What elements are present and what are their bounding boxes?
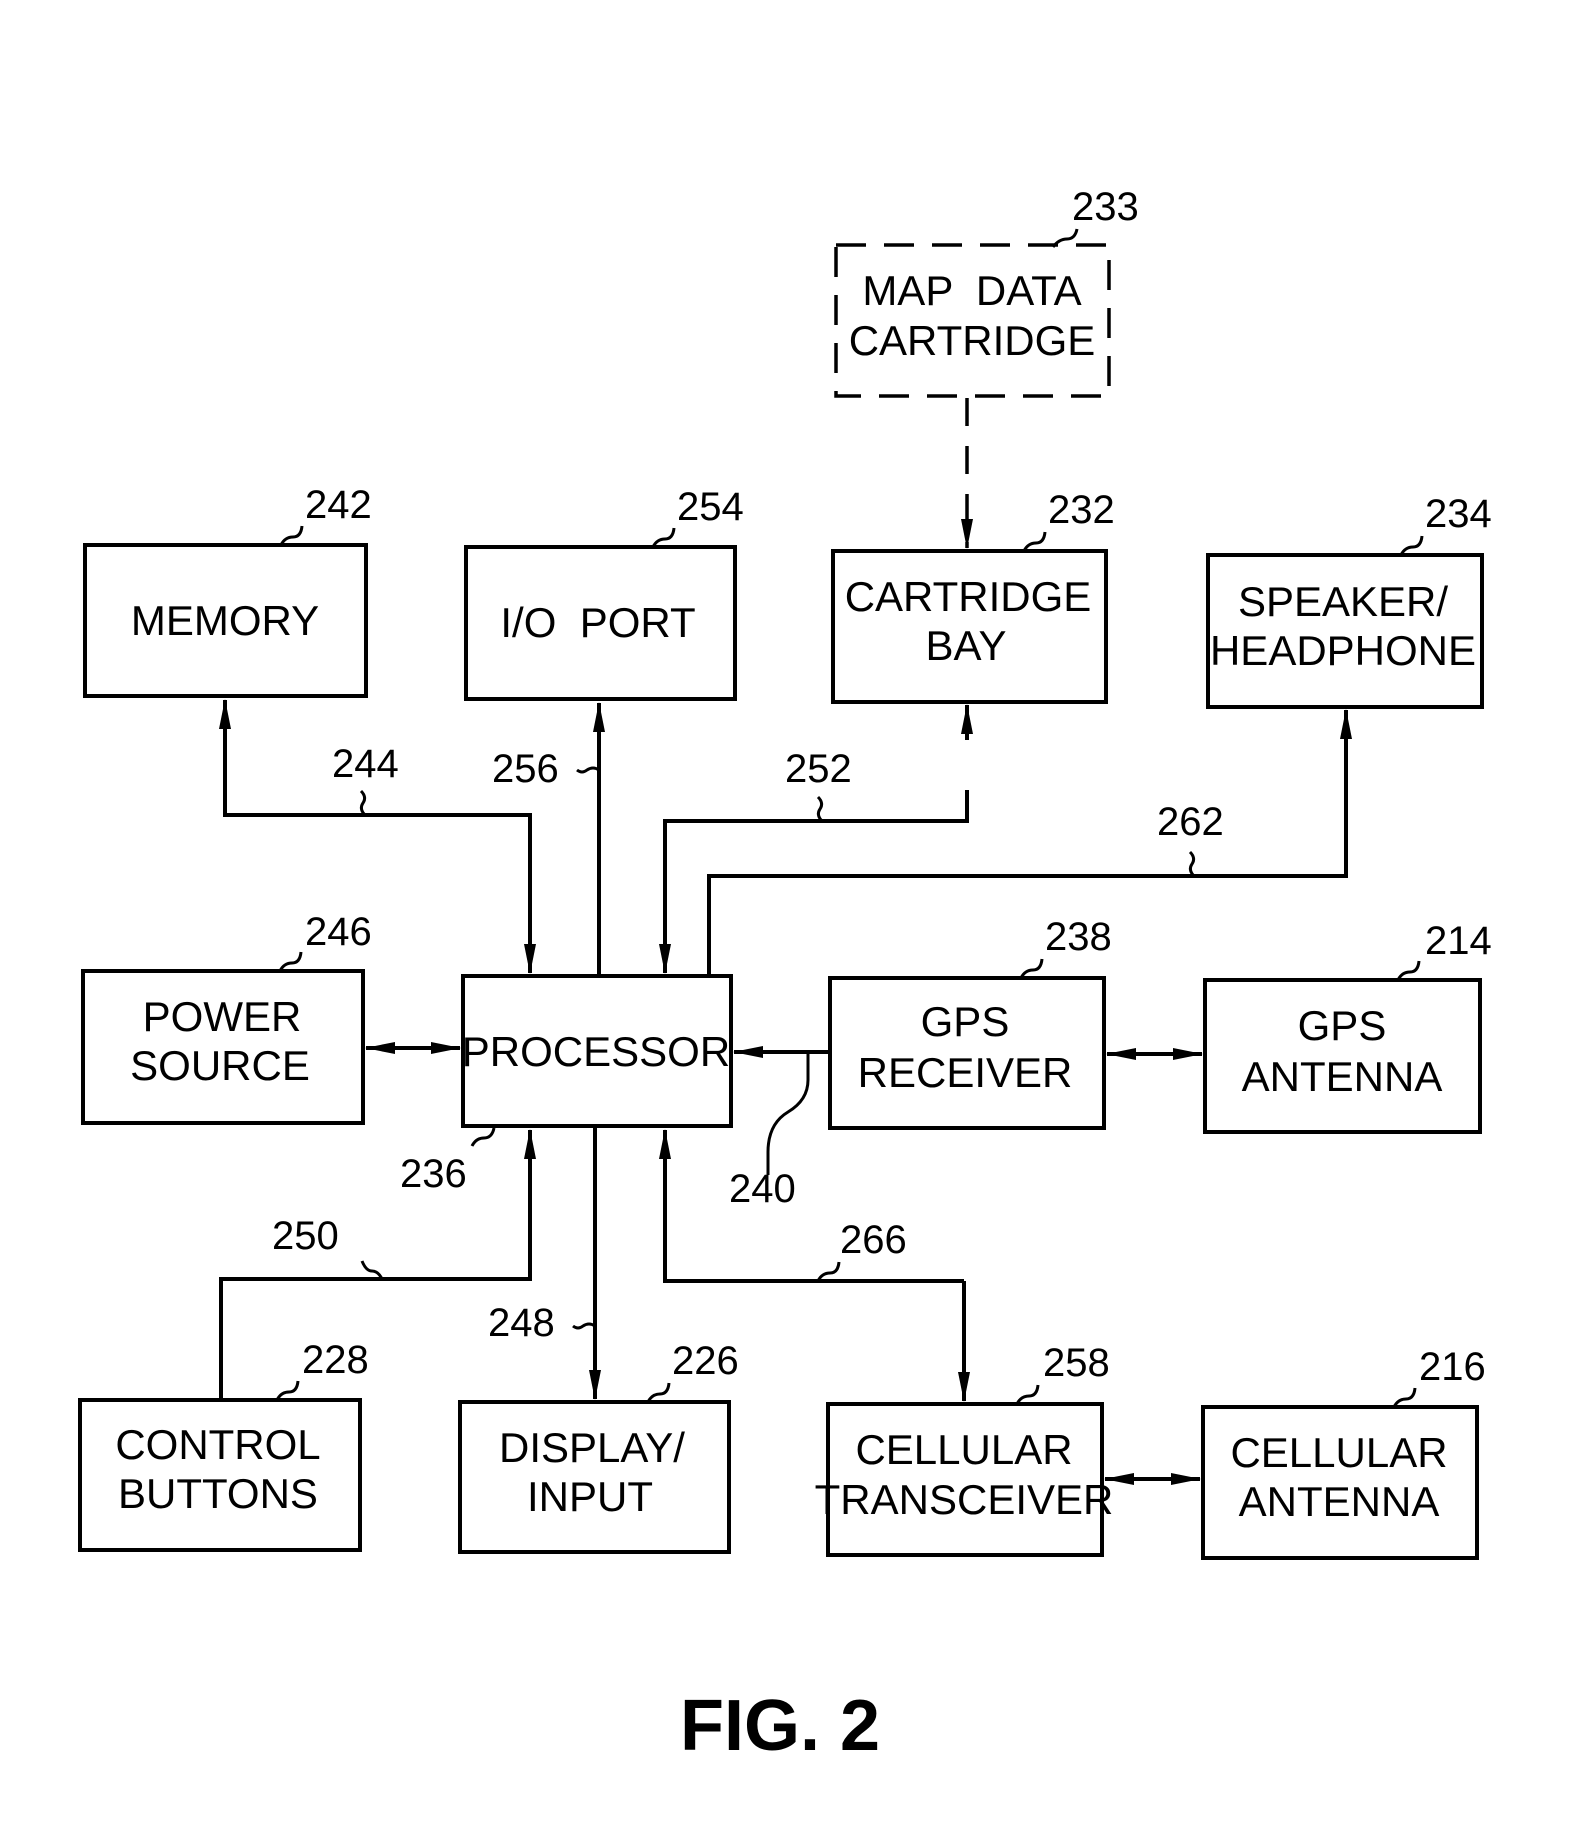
ref-254: 254 [677,485,744,529]
ref-214: 214 [1425,919,1492,963]
leader-236 [470,1127,496,1147]
ref-240: 240 [729,1167,796,1211]
ref-258: 258 [1043,1341,1110,1385]
ref-234: 234 [1425,492,1492,536]
block-power-source: POWER SOURCE [81,969,365,1125]
box-label-line-1: I/O PORT [500,599,695,646]
box-label-line-1: DISPLAY/ [499,1424,685,1471]
ref-266: 266 [840,1218,907,1262]
box-label-line-1: PROCESSOR [462,1028,730,1075]
leader-266 [816,1261,841,1282]
box-label-line-1: CELLULAR [1230,1429,1447,1476]
ref-232: 232 [1048,488,1115,532]
box-label-line-1: CARTRIDGE [845,573,1092,620]
block-cellular-transceiver: CELLULAR TRANSCEIVER [815,1402,1114,1557]
box-label-line-1: GPS [1298,1002,1387,1049]
box-label-line-2: TRANSCEIVER [815,1476,1114,1523]
box-label-line-2: ANTENNA [1242,1053,1443,1100]
block-cellular-antenna: CELLULAR ANTENNA [1201,1405,1479,1560]
leader-238 [1019,958,1044,979]
ref-226: 226 [672,1339,739,1383]
leader-214 [1396,960,1421,981]
ref-242: 242 [305,483,372,527]
ref-252: 252 [785,747,852,791]
leader-248 [572,1322,596,1330]
leader-232 [1022,531,1047,552]
box-label-line-2: BUTTONS [118,1470,318,1517]
box-label-line-2: HEADPHONE [1210,627,1476,674]
box-label-line-2: SOURCE [130,1042,310,1089]
leader-262 [1188,850,1196,878]
box-label-line-1: GPS [921,998,1010,1045]
box-label-line-1: POWER [143,993,302,1040]
block-memory: MEMORY [83,543,368,698]
ref-228: 228 [302,1338,369,1382]
box-label-line-1: CONTROL [115,1421,320,1468]
block-gps-receiver: GPS RECEIVER [828,976,1106,1130]
ref-256: 256 [492,747,559,791]
box-label-line-1: SPEAKER/ [1238,578,1448,625]
block-speaker-headphone: SPEAKER/ HEADPHONE [1206,553,1484,709]
leader-240 [766,1052,810,1175]
leader-252 [816,795,824,823]
ref-248: 248 [488,1301,555,1345]
block-diagram: MAP DATA CARTRIDGE MEMORY I/O PORT CARTR… [78,185,1492,1766]
box-label-line-1: MAP DATA [862,267,1081,314]
box-label-line-2: ANTENNA [1239,1478,1440,1525]
leader-233 [1051,228,1079,248]
ref-233: 233 [1072,185,1139,229]
block-io-port: I/O PORT [464,545,737,701]
figure-caption: FIG. 2 [680,1686,880,1766]
leader-226 [646,1382,671,1403]
block-gps-antenna: GPS ANTENNA [1203,978,1482,1134]
wire-244-memory [219,699,532,972]
leader-216 [1392,1387,1417,1408]
box-label-line-2: BAY [926,622,1007,669]
box-label-line-2: RECEIVER [858,1049,1073,1096]
leader-242 [279,525,304,546]
leader-228 [275,1380,300,1401]
leader-246 [278,951,303,972]
ref-246: 246 [305,910,372,954]
wire-250-control [219,1129,536,1400]
block-control-buttons: CONTROL BUTTONS [78,1398,362,1552]
box-label-line-1: CELLULAR [855,1426,1072,1473]
box-label-line-2: CARTRIDGE [849,317,1096,364]
ref-250: 250 [272,1214,339,1258]
ref-236: 236 [400,1152,467,1196]
leader-244 [359,789,367,817]
ref-216: 216 [1419,1345,1486,1389]
block-map-data-cartridge: MAP DATA CARTRIDGE [834,243,1111,398]
leader-250 [360,1260,384,1280]
box-label-line-2: INPUT [527,1473,653,1520]
leader-254 [651,527,676,548]
box-label-line-1: MEMORY [131,597,319,644]
leader-258 [1015,1384,1040,1405]
leader-256 [576,766,600,774]
block-processor: PROCESSOR [461,974,733,1128]
ref-262: 262 [1157,800,1224,844]
ref-244: 244 [332,742,399,786]
connections [219,398,1352,1485]
block-display-input: DISPLAY/ INPUT [458,1400,731,1554]
ref-238: 238 [1045,915,1112,959]
block-cartridge-bay: CARTRIDGE BAY [831,549,1108,704]
leader-234 [1399,535,1424,556]
wire-266-cellular [659,1129,964,1283]
